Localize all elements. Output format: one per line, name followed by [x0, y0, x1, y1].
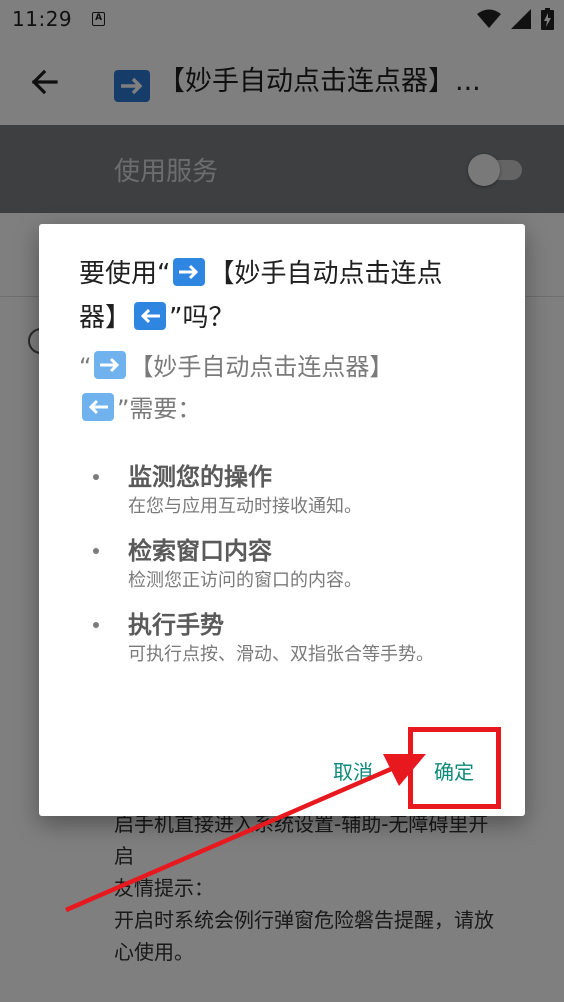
right-arrow-emoji-icon — [173, 258, 206, 286]
bullet-icon — [93, 622, 99, 628]
dialog-title-text: ”吗？ — [169, 303, 235, 333]
permission-description: 在您与应用互动时接收通知。 — [128, 496, 362, 517]
permission-title: 执行手势 — [128, 611, 224, 639]
permission-title: 监测您的操作 — [128, 463, 272, 491]
dialog-title-text: 【妙手自动点击连点 — [208, 259, 443, 289]
dialog-subtitle-text: “ — [79, 353, 92, 381]
dialog-title-text: 器】 — [79, 303, 132, 333]
dialog-title: 要使用“ 【妙手自动点击连点器】 ”吗？ — [79, 252, 499, 340]
permission-description: 可执行点按、滑动、双指张合等手势。 — [128, 644, 434, 665]
dialog-subtitle-text: ”需要： — [117, 395, 202, 423]
left-arrow-emoji-icon — [134, 302, 167, 330]
permission-title: 检索窗口内容 — [128, 537, 272, 565]
left-arrow-emoji-icon — [82, 393, 114, 421]
bullet-icon — [93, 474, 99, 480]
dialog-subtitle-text: 【妙手自动点击连点器】 — [129, 353, 394, 381]
bullet-icon — [93, 548, 99, 554]
dialog-title-text: 要使用“ — [79, 259, 171, 289]
cancel-button[interactable]: 取消 — [333, 758, 373, 786]
highlight-box — [408, 727, 501, 809]
dialog-subtitle: “ 【妙手自动点击连点器】 ”需要： — [79, 346, 499, 430]
permission-description: 检测您正访问的窗口的内容。 — [128, 570, 362, 591]
right-arrow-emoji-icon — [94, 351, 127, 379]
